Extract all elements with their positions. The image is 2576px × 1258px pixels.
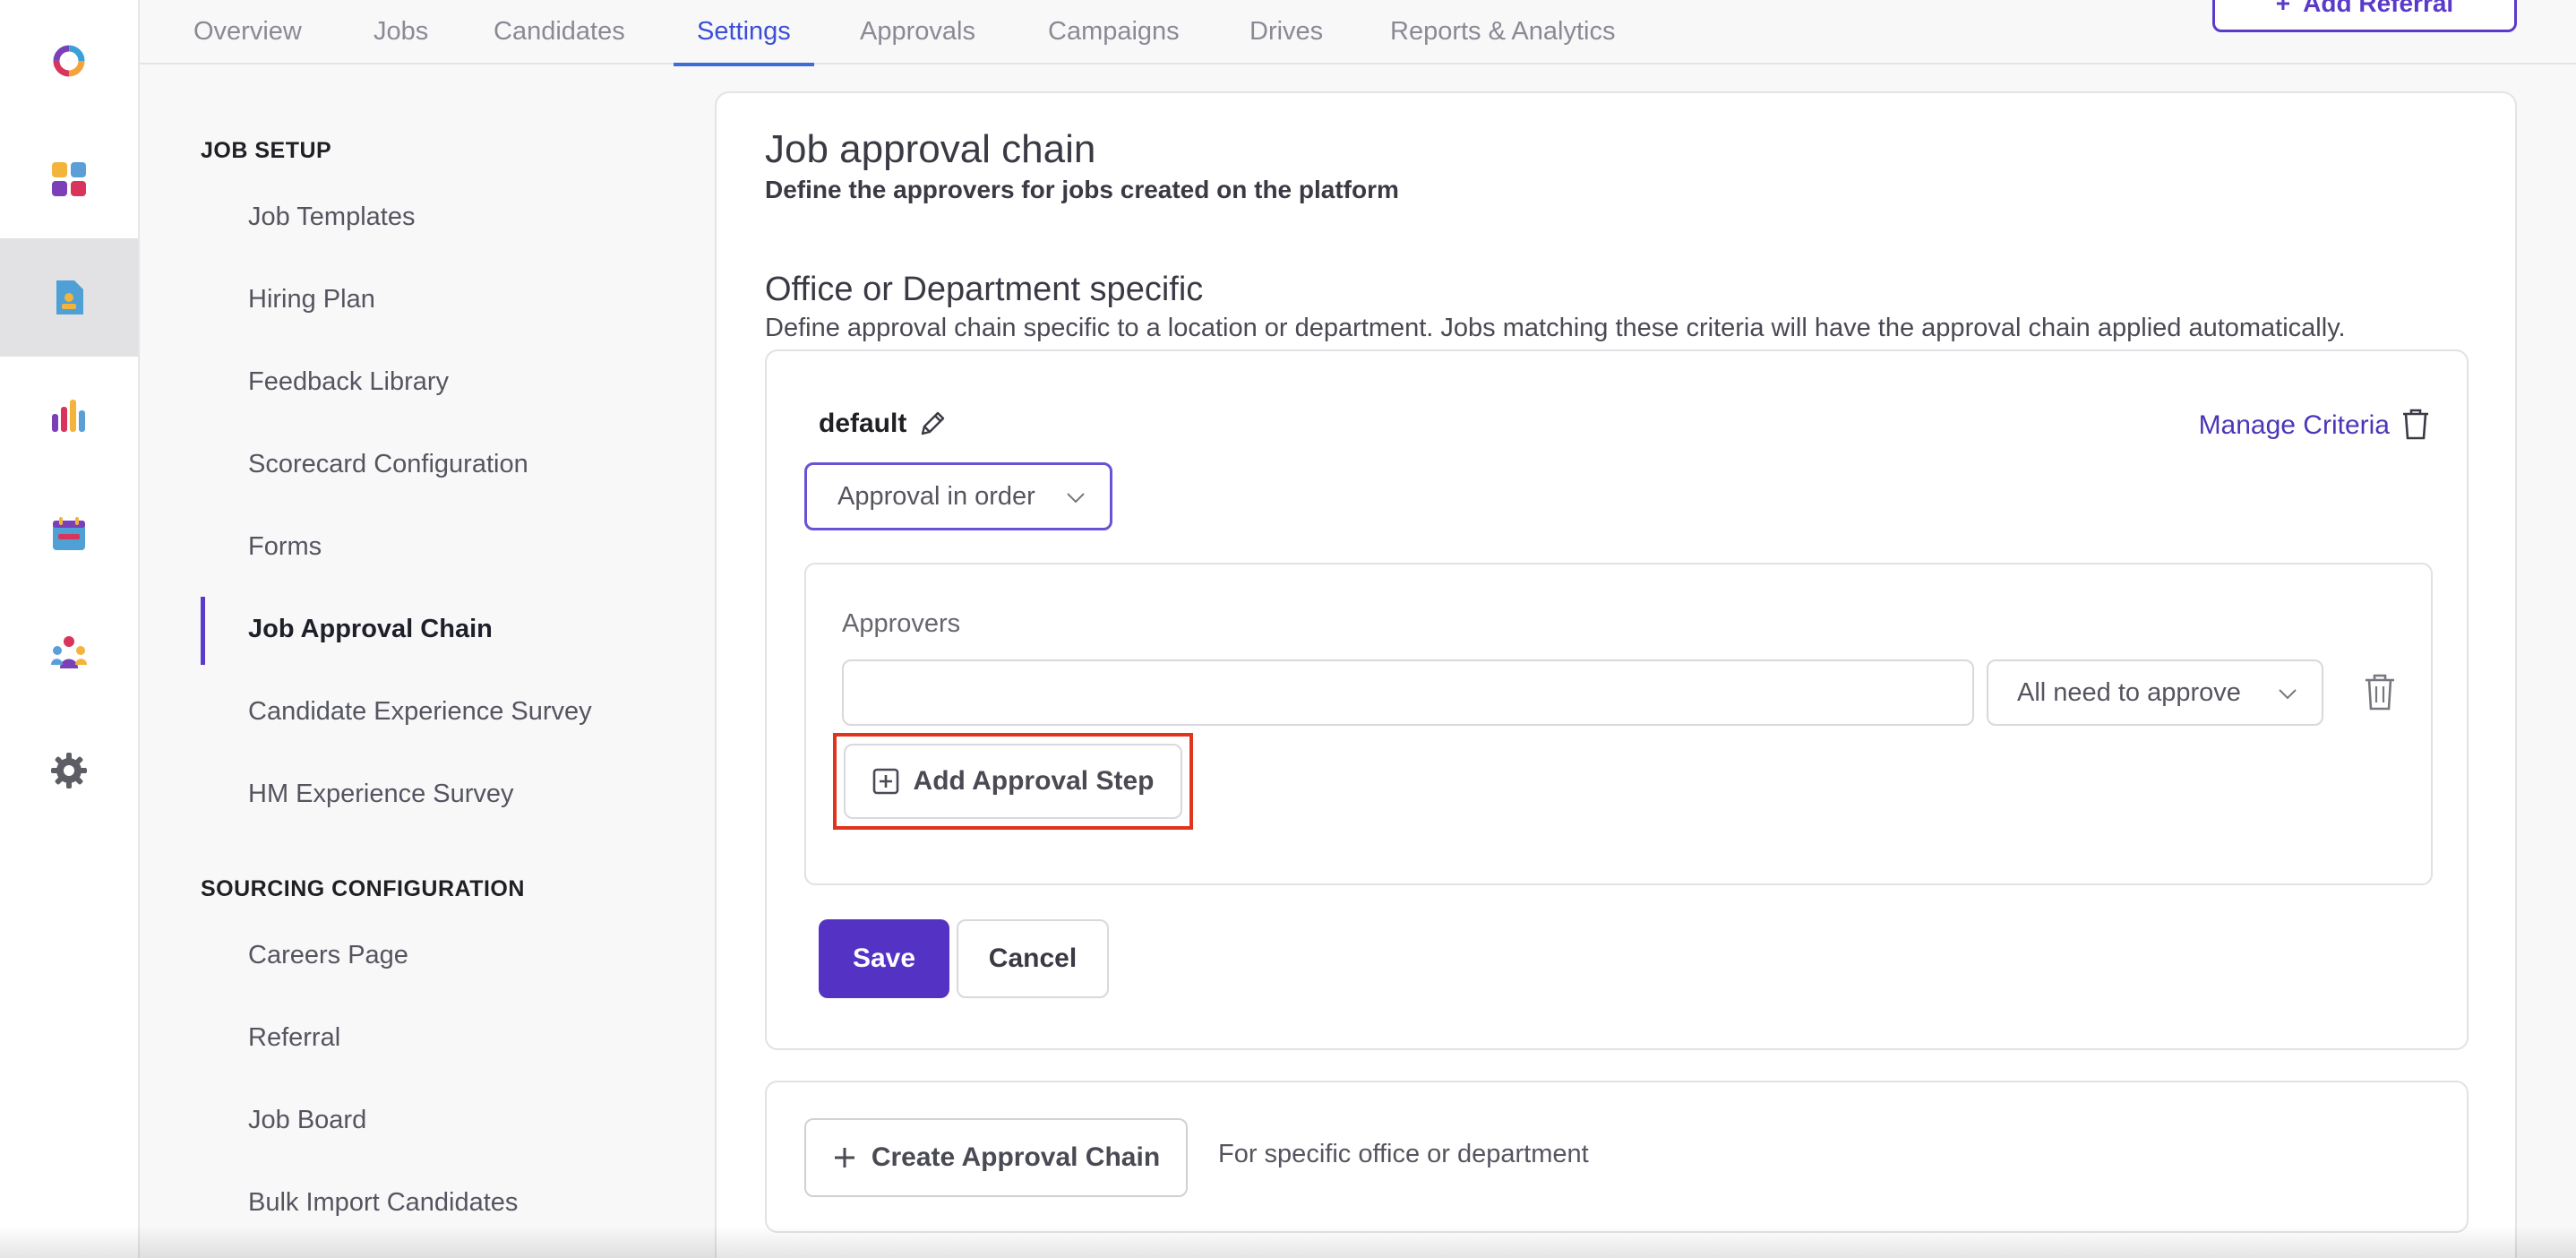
edit-pencil-icon[interactable] [917,409,948,439]
menu-item-feedback-library[interactable]: Feedback Library [248,367,449,397]
add-referral-button[interactable]: + Add Referral [2212,0,2517,32]
job-document-icon[interactable] [0,238,138,357]
analytics-bars-icon[interactable] [0,357,138,475]
save-button[interactable]: Save [819,919,949,998]
menu-item-hm-experience-survey[interactable]: HM Experience Survey [248,780,514,809]
approve-rule-value: All need to approve [2017,677,2241,707]
approval-order-select[interactable]: Approval in order [804,462,1112,530]
menu-section-sourcing-configuration: SOURCING CONFIGURATION [201,876,525,901]
tab-settings[interactable]: Settings [674,0,814,66]
calendar-icon[interactable] [0,475,138,593]
menu-section-job-setup: JOB SETUP [201,138,332,163]
active-indicator [201,597,205,665]
add-approval-step-button[interactable]: Add Approval Step [844,744,1182,819]
chevron-down-icon [1067,493,1085,504]
chain-name: default [819,409,948,439]
approver-search-input[interactable] [842,659,1974,726]
delete-step-trash-icon[interactable] [2363,672,2397,711]
settings-gear-icon[interactable] [0,711,138,830]
add-referral-label: Add Referral [2303,0,2454,17]
tab-reports-analytics[interactable]: Reports & Analytics [1390,0,1615,65]
section-description: Define approval chain specific to a loca… [765,314,2346,342]
approval-chain-card: default Manage Criteria Approval in orde… [765,349,2469,1050]
menu-item-referral[interactable]: Referral [248,1023,340,1053]
tab-overview[interactable]: Overview [193,0,302,65]
page-subtitle: Define the approvers for jobs created on… [765,176,1399,203]
bottom-shadow [0,1226,2576,1258]
team-icon[interactable] [0,593,138,711]
apps-grid-icon[interactable] [0,120,138,238]
tab-approvals[interactable]: Approvals [860,0,975,65]
menu-item-hiring-plan[interactable]: Hiring Plan [248,285,375,314]
delete-chain-trash-icon[interactable] [2400,407,2431,441]
menu-item-forms[interactable]: Forms [248,532,322,562]
manage-criteria-link[interactable]: Manage Criteria [2199,410,2390,441]
menu-item-job-templates[interactable]: Job Templates [248,202,415,232]
menu-item-scorecard-configuration[interactable]: Scorecard Configuration [248,450,528,479]
menu-item-candidate-experience-survey[interactable]: Candidate Experience Survey [248,697,592,727]
section-title: Office or Department specific [765,271,1204,308]
cancel-button[interactable]: Cancel [957,919,1109,998]
settings-menu: JOB SETUP Job Templates Hiring Plan Feed… [140,66,713,1258]
plus-icon [834,1148,854,1168]
approvers-box: Approvers All need to approve Add Approv… [804,563,2433,885]
menu-item-job-approval-chain[interactable]: Job Approval Chain [248,615,493,644]
top-nav: Overview Jobs Candidates Settings Approv… [140,0,2576,66]
create-chain-card: Create Approval Chain For specific offic… [765,1081,2469,1233]
chain-name-label: default [819,409,907,438]
plus-square-icon [872,768,898,795]
chevron-down-icon [2279,689,2297,700]
page-title: Job approval chain [765,127,1096,171]
menu-item-bulk-import-candidates[interactable]: Bulk Import Candidates [248,1188,518,1218]
tab-jobs[interactable]: Jobs [374,0,428,65]
tab-drives[interactable]: Drives [1249,0,1323,65]
approve-rule-select[interactable]: All need to approve [1987,659,2323,726]
plus-icon: + [2275,0,2291,17]
add-approval-step-label: Add Approval Step [913,766,1155,796]
menu-item-job-board[interactable]: Job Board [248,1106,366,1135]
tab-candidates[interactable]: Candidates [494,0,625,65]
left-rail [0,0,140,1258]
approvers-label: Approvers [842,609,961,638]
tab-campaigns[interactable]: Campaigns [1048,0,1180,65]
menu-item-careers-page[interactable]: Careers Page [248,941,408,970]
main-panel: Job approval chain Define the approvers … [715,91,2517,1258]
approval-order-value: Approval in order [837,481,1035,511]
create-chain-description: For specific office or department [1218,1140,1589,1168]
logo-ring-icon[interactable] [0,2,138,120]
create-approval-chain-label: Create Approval Chain [871,1142,1161,1172]
create-approval-chain-button[interactable]: Create Approval Chain [804,1118,1188,1197]
